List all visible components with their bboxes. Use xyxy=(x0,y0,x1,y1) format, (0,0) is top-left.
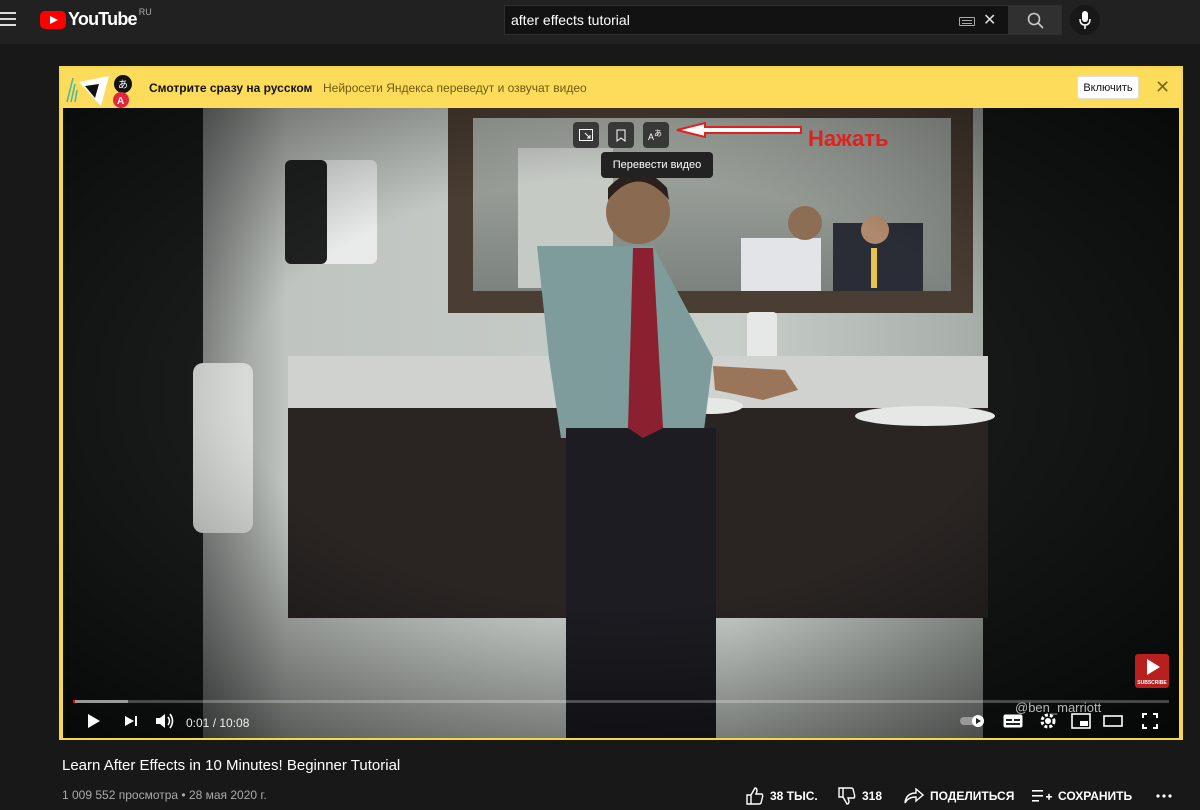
volume-button[interactable] xyxy=(153,710,177,732)
svg-text:A: A xyxy=(117,96,124,107)
yandex-banner: あ A Смотрите сразу на русском Нейросети … xyxy=(61,68,1181,108)
autoplay-toggle[interactable] xyxy=(959,710,987,732)
more-actions-button[interactable] xyxy=(1156,786,1178,806)
theater-mode-button[interactable] xyxy=(1101,710,1125,732)
pip-button[interactable] xyxy=(573,122,599,148)
subscribe-watermark-button[interactable]: SUBSCRIBE xyxy=(1135,654,1169,688)
progress-bar[interactable] xyxy=(73,700,1169,703)
top-bar: YouTube RU after effects tutorial ✕ xyxy=(0,0,1200,44)
youtube-logo[interactable]: YouTube RU xyxy=(40,6,152,30)
annotation-arrow-icon xyxy=(676,122,802,138)
subtitles-icon xyxy=(1003,714,1023,728)
miniplayer-icon xyxy=(1071,713,1091,729)
yandex-translate-frame: あ A Смотрите сразу на русском Нейросети … xyxy=(59,66,1183,740)
thumbs-down-icon xyxy=(838,787,856,805)
thumbs-up-icon xyxy=(746,787,764,805)
translate-video-button[interactable]: Aあ xyxy=(643,122,669,148)
bookmark-button[interactable] xyxy=(608,122,634,148)
microphone-icon xyxy=(1079,11,1091,29)
voice-search-button[interactable] xyxy=(1070,5,1100,35)
player-controls: 0:01 / 10:08 xyxy=(63,706,1179,738)
youtube-play-icon xyxy=(40,10,66,29)
svg-text:あ: あ xyxy=(654,129,662,138)
translate-icon: Aあ xyxy=(648,129,662,142)
playlist-add-icon xyxy=(1032,790,1052,802)
search-input[interactable]: after effects tutorial xyxy=(511,12,630,28)
video-player[interactable]: Aあ Перевести видео Нажать SUBSCRIBE @ben… xyxy=(63,108,1179,738)
search-box[interactable]: after effects tutorial ✕ xyxy=(504,5,1008,35)
play-button[interactable] xyxy=(83,710,105,732)
bookmark-icon xyxy=(616,129,626,142)
video-meta: 1 009 552 просмотра • 28 мая 2020 г. xyxy=(62,788,267,802)
next-icon xyxy=(125,716,137,726)
more-horizontal-icon xyxy=(1156,794,1172,798)
dislike-button[interactable]: 318 xyxy=(838,786,882,806)
next-button[interactable] xyxy=(121,710,141,732)
save-label: СОХРАНИТЬ xyxy=(1058,789,1133,803)
miniplayer-button[interactable] xyxy=(1069,710,1093,732)
banner-subtitle: Нейросети Яндекса переведут и озвучат ви… xyxy=(323,81,587,95)
time-display: 0:01 / 10:08 xyxy=(186,716,250,730)
share-button[interactable]: ПОДЕЛИТЬСЯ xyxy=(904,786,1014,806)
keyboard-icon[interactable] xyxy=(959,17,975,26)
progress-loaded xyxy=(73,700,128,703)
volume-icon xyxy=(156,713,174,729)
enable-translation-button[interactable]: Включить xyxy=(1077,76,1139,99)
save-button[interactable]: СОХРАНИТЬ xyxy=(1032,786,1132,806)
fullscreen-button[interactable] xyxy=(1139,710,1161,732)
svg-text:あ: あ xyxy=(118,79,128,91)
like-button[interactable]: 38 ТЫС. xyxy=(746,786,818,806)
clear-icon[interactable]: ✕ xyxy=(983,10,996,30)
translate-tooltip: Перевести видео xyxy=(601,152,713,178)
share-label: ПОДЕЛИТЬСЯ xyxy=(930,789,1015,803)
subtitles-button[interactable] xyxy=(1001,710,1025,732)
search-button[interactable] xyxy=(1008,5,1062,35)
region-label: RU xyxy=(138,6,152,17)
video-title: Learn After Effects in 10 Minutes! Begin… xyxy=(62,757,401,774)
autoplay-icon xyxy=(960,715,984,727)
share-icon xyxy=(904,788,924,804)
fullscreen-icon xyxy=(1142,713,1158,729)
banner-title: Смотрите сразу на русском xyxy=(149,81,313,95)
progress-played xyxy=(73,700,76,703)
search-icon xyxy=(1027,12,1044,29)
play-icon xyxy=(88,714,100,728)
dislike-count: 318 xyxy=(862,789,883,803)
like-count: 38 ТЫС. xyxy=(770,789,818,803)
theater-icon xyxy=(1103,715,1123,727)
settings-button[interactable] xyxy=(1037,710,1059,732)
video-frame-image xyxy=(63,108,1179,738)
close-icon[interactable]: ✕ xyxy=(1155,77,1170,98)
picture-in-picture-icon xyxy=(579,129,593,141)
subscribe-label: SUBSCRIBE xyxy=(1137,680,1167,686)
yandex-translate-logo: あ A xyxy=(66,75,132,108)
menu-icon[interactable] xyxy=(0,12,18,28)
gear-icon xyxy=(1040,713,1056,729)
annotation-text: Нажать xyxy=(808,126,889,151)
logo-text: YouTube xyxy=(68,9,138,29)
